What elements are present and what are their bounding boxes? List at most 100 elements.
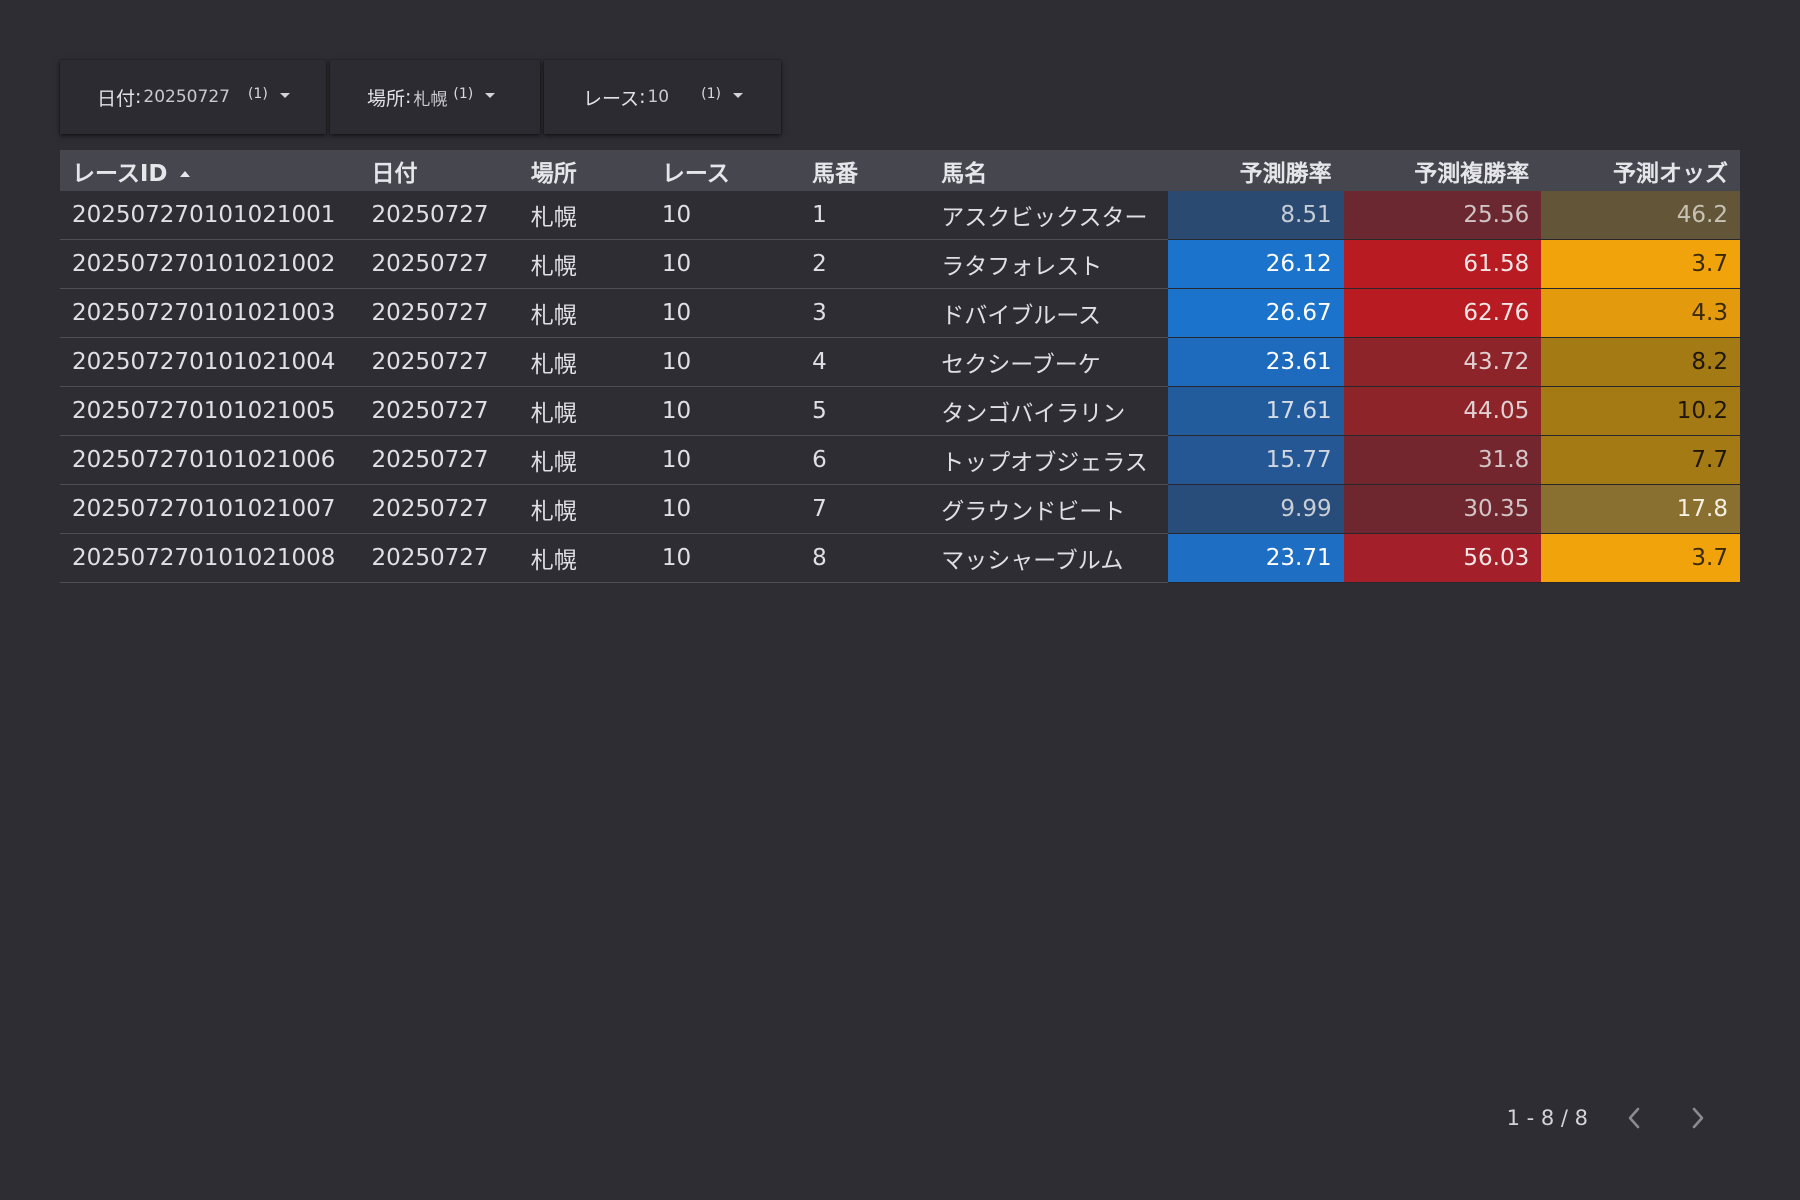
date-cell: 20250727 [359, 484, 519, 534]
pagination-range: 1 - 8 / 8 [1506, 1106, 1588, 1130]
caret-down-icon [279, 92, 290, 98]
horse-name-cell: セクシーブーケ [929, 337, 1169, 387]
filter-bar: 日付: 20250727 (1) 場所: 札幌 (1) レース: 10 (1) [60, 60, 781, 134]
race-cell: 10 [649, 191, 801, 240]
column-header-race[interactable]: レース [649, 150, 801, 191]
horse-number-cell: 7 [800, 484, 930, 534]
horse-number-cell: 2 [800, 239, 930, 289]
venue-filter-label: 場所 [367, 87, 406, 110]
odds-cell: 10.2 [1541, 386, 1740, 436]
column-header-horse-number[interactable]: 馬番 [800, 150, 930, 191]
horse-name-cell: グラウンドビート [929, 484, 1169, 534]
table-row[interactable]: 202507270101021001 20250727 札幌 10 1 アスクビックスター… [60, 191, 1740, 240]
race-id-cell: 202507270101021001 [60, 191, 360, 240]
column-header-date[interactable]: 日付 [359, 150, 519, 191]
place-rate-cell: 30.35 [1343, 484, 1542, 534]
horse-number-cell: 4 [800, 337, 930, 387]
race-cell: 10 [649, 288, 801, 338]
venue-cell: 札幌 [518, 191, 650, 240]
race-cell: 10 [649, 239, 801, 289]
caret-down-icon [732, 92, 743, 98]
win-rate-cell: 9.99 [1168, 484, 1344, 534]
venue-cell: 札幌 [518, 435, 650, 485]
horse-name-cell: マッシャーブルム [929, 533, 1169, 583]
place-rate-cell: 62.76 [1343, 288, 1542, 338]
chevron-left-icon[interactable] [1616, 1100, 1652, 1136]
horse-name-cell: タンゴバイラリン [929, 386, 1169, 436]
place-rate-cell: 56.03 [1343, 533, 1542, 583]
date-filter-value: 20250727 [143, 87, 230, 107]
caret-down-icon [485, 92, 496, 98]
race-id-cell: 202507270101021007 [60, 484, 360, 534]
horse-name-cell: ドバイブルース [929, 288, 1169, 338]
venue-filter-value: 札幌 [413, 89, 448, 110]
race-filter-count: (1) [701, 86, 721, 102]
venue-cell: 札幌 [518, 533, 650, 583]
race-cell: 10 [649, 484, 801, 534]
table-row[interactable]: 202507270101021006 20250727 札幌 10 6 トップオブジェラス… [60, 435, 1740, 485]
date-filter-label: 日付 [97, 87, 136, 110]
table-row[interactable]: 202507270101021008 20250727 札幌 10 8 マッシャーブルム 2… [60, 533, 1740, 583]
venue-cell: 札幌 [518, 288, 650, 338]
date-cell: 20250727 [359, 533, 519, 583]
odds-cell: 8.2 [1541, 337, 1740, 387]
table-row[interactable]: 202507270101021003 20250727 札幌 10 3 ドバイブルース 26… [60, 288, 1740, 338]
header-row: レースID 日付 場所 レース 馬番 馬名 予測勝率 予測複勝率 予測オッズ [60, 150, 1740, 191]
venue-cell: 札幌 [518, 239, 650, 289]
place-rate-cell: 31.8 [1343, 435, 1542, 485]
venue-cell: 札幌 [518, 386, 650, 436]
table-row[interactable]: 202507270101021004 20250727 札幌 10 4 セクシーブーケ 23… [60, 337, 1740, 387]
win-rate-cell: 17.61 [1168, 386, 1344, 436]
win-rate-cell: 8.51 [1168, 191, 1344, 240]
date-cell: 20250727 [359, 191, 519, 240]
odds-cell: 3.7 [1541, 239, 1740, 289]
horse-number-cell: 1 [800, 191, 930, 240]
race-filter[interactable]: レース: 10 (1) [544, 60, 781, 134]
venue-cell: 札幌 [518, 337, 650, 387]
column-header-race-id[interactable]: レースID [60, 150, 360, 191]
race-filter-value: 10 [647, 87, 670, 107]
table-row[interactable]: 202507270101021007 20250727 札幌 10 7 グラウンドビート 9… [60, 484, 1740, 534]
horse-name-cell: アスクビックスター [929, 191, 1169, 240]
date-cell: 20250727 [359, 288, 519, 338]
odds-cell: 7.7 [1541, 435, 1740, 485]
table-row[interactable]: 202507270101021002 20250727 札幌 10 2 ラタフォレスト 26… [60, 239, 1740, 289]
odds-cell: 17.8 [1541, 484, 1740, 534]
date-filter[interactable]: 日付: 20250727 (1) [60, 60, 326, 134]
horse-number-cell: 8 [800, 533, 930, 583]
place-rate-cell: 25.56 [1343, 191, 1542, 240]
column-header-place-rate[interactable]: 予測複勝率 [1343, 150, 1542, 191]
race-id-cell: 202507270101021004 [60, 337, 360, 387]
race-id-cell: 202507270101021008 [60, 533, 360, 583]
table-row[interactable]: 202507270101021005 20250727 札幌 10 5 タンゴバイラリン 1… [60, 386, 1740, 436]
win-rate-cell: 15.77 [1168, 435, 1344, 485]
date-cell: 20250727 [359, 386, 519, 436]
column-header-horse-name[interactable]: 馬名 [929, 150, 1169, 191]
date-filter-count: (1) [247, 86, 268, 102]
venue-filter[interactable]: 場所: 札幌 (1) [330, 60, 540, 134]
date-cell: 20250727 [359, 239, 519, 289]
table-body: 202507270101021001 20250727 札幌 10 1 アスクビックスター… [60, 191, 1740, 583]
race-cell: 10 [649, 533, 801, 583]
chevron-right-icon[interactable] [1680, 1100, 1716, 1136]
win-rate-cell: 23.71 [1168, 533, 1344, 583]
race-cell: 10 [649, 386, 801, 436]
win-rate-cell: 26.67 [1168, 288, 1344, 338]
venue-filter-count: (1) [453, 86, 474, 102]
place-rate-cell: 61.58 [1343, 239, 1542, 289]
column-header-odds[interactable]: 予測オッズ [1541, 150, 1740, 191]
column-header-win-rate[interactable]: 予測勝率 [1168, 150, 1344, 191]
horse-number-cell: 6 [800, 435, 930, 485]
race-id-cell: 202507270101021003 [60, 288, 360, 338]
date-cell: 20250727 [359, 337, 519, 387]
prediction-table: レースID 日付 場所 レース 馬番 馬名 予測勝率 予測複勝率 予測オッズ 2… [60, 150, 1740, 583]
race-id-cell: 202507270101021006 [60, 435, 360, 485]
odds-cell: 46.2 [1541, 191, 1740, 240]
venue-cell: 札幌 [518, 484, 650, 534]
horse-number-cell: 3 [800, 288, 930, 338]
sort-ascending-icon [179, 170, 190, 177]
column-header-venue[interactable]: 場所 [518, 150, 650, 191]
place-rate-cell: 43.72 [1343, 337, 1542, 387]
date-cell: 20250727 [359, 435, 519, 485]
race-id-cell: 202507270101021005 [60, 386, 360, 436]
